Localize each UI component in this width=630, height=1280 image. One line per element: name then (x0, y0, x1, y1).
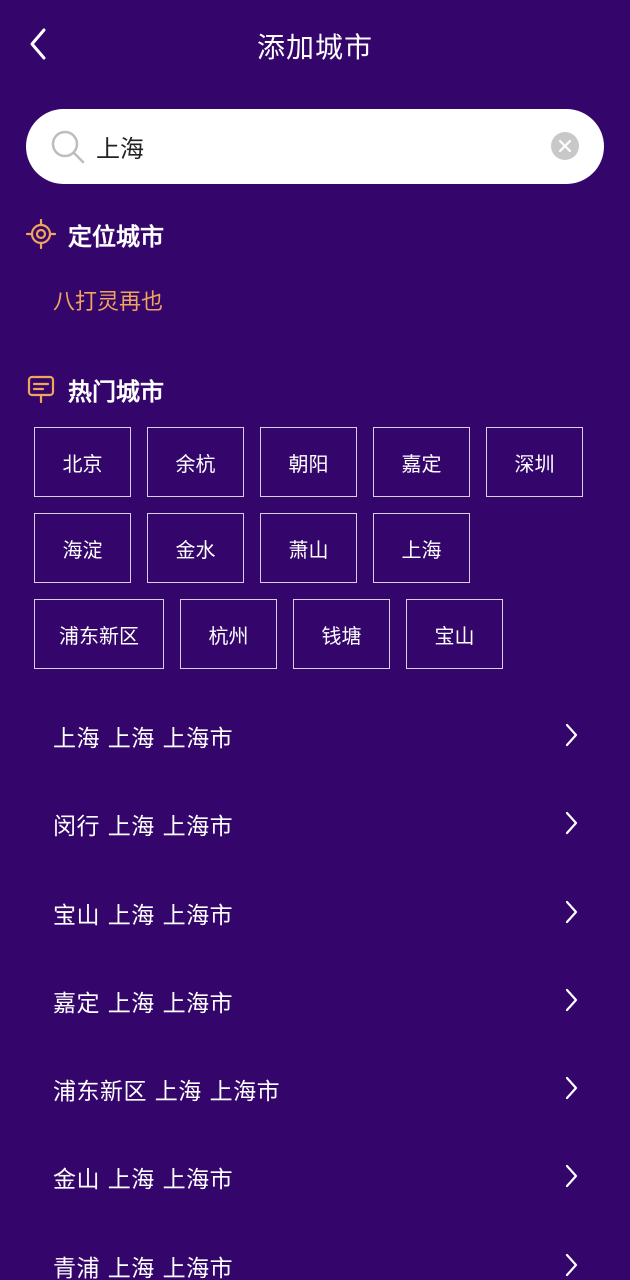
result-item-label: 宝山 上海 上海市 (53, 902, 234, 929)
hot-cities-heading: 热门城市 (26, 371, 164, 407)
hot-city-chip[interactable]: 钱塘 (293, 599, 390, 669)
chevron-right-icon (565, 1165, 578, 1188)
header: 添加城市 (0, 0, 630, 90)
chevron-right-icon (565, 1253, 578, 1276)
clear-icon (558, 139, 572, 153)
hot-city-row: 北京 余杭 朝阳 嘉定 深圳 (34, 427, 604, 497)
hot-city-chip[interactable]: 嘉定 (373, 427, 470, 497)
result-item[interactable]: 青浦 上海 上海市 (0, 1221, 630, 1280)
search-icon (51, 130, 85, 164)
result-item-label: 嘉定 上海 上海市 (53, 990, 234, 1017)
hot-city-chip[interactable]: 海淀 (34, 513, 131, 583)
hot-city-chip[interactable]: 萧山 (260, 513, 357, 583)
located-city[interactable]: 八打灵再也 (53, 284, 163, 316)
hot-city-chip[interactable]: 朝阳 (260, 427, 357, 497)
signboard-icon (27, 375, 55, 404)
result-item-label: 青浦 上海 上海市 (53, 1255, 234, 1280)
chevron-right-icon (565, 1077, 578, 1100)
chevron-right-icon (565, 812, 578, 835)
search-bar[interactable] (26, 109, 604, 184)
result-item-label: 上海 上海 上海市 (53, 726, 234, 752)
located-city-heading: 定位城市 (26, 216, 164, 252)
search-result-list: 上海 上海 上海市 闵行 上海 上海市 宝山 上海 上海市 嘉定 上海 上海市 … (0, 691, 630, 1280)
result-item[interactable]: 宝山 上海 上海市 (0, 868, 630, 956)
result-item-label: 浦东新区 上海 上海市 (53, 1079, 281, 1106)
chevron-right-icon (565, 988, 578, 1011)
clear-search-button[interactable] (551, 132, 579, 160)
hot-cities-heading-label: 热门城市 (68, 377, 164, 406)
hot-city-chip[interactable]: 宝山 (406, 599, 503, 669)
add-city-page: 添加城市 定位城市 八打灵再也 (0, 0, 630, 1280)
result-item-label: 闵行 上海 上海市 (53, 814, 234, 841)
hot-city-chip[interactable]: 深圳 (486, 427, 583, 497)
target-icon (26, 219, 56, 249)
hot-city-chip[interactable]: 余杭 (147, 427, 244, 497)
hot-city-chip[interactable]: 上海 (373, 513, 470, 583)
hot-city-row: 海淀 金水 萧山 上海 (34, 513, 604, 583)
result-item[interactable]: 金山 上海 上海市 (0, 1132, 630, 1220)
hot-city-chip[interactable]: 浦东新区 (34, 599, 164, 669)
chevron-right-icon (565, 900, 578, 923)
result-item[interactable]: 浦东新区 上海 上海市 (0, 1044, 630, 1132)
hot-city-chip[interactable]: 杭州 (180, 599, 277, 669)
result-item[interactable]: 嘉定 上海 上海市 (0, 956, 630, 1044)
hot-city-row: 浦东新区 杭州 钱塘 宝山 (34, 599, 604, 669)
result-item[interactable]: 上海 上海 上海市 (0, 691, 630, 779)
search-input[interactable] (96, 123, 536, 169)
result-item-label: 金山 上海 上海市 (53, 1167, 234, 1194)
hot-city-chip[interactable]: 北京 (34, 427, 131, 497)
located-city-heading-label: 定位城市 (68, 222, 164, 251)
page-title: 添加城市 (256, 31, 373, 64)
chevron-right-icon (565, 723, 578, 747)
hot-city-grid: 北京 余杭 朝阳 嘉定 深圳 海淀 金水 萧山 上海 浦东新区 杭州 钱塘 宝山 (34, 427, 604, 685)
result-item[interactable]: 闵行 上海 上海市 (0, 779, 630, 867)
hot-city-chip[interactable]: 金水 (147, 513, 244, 583)
